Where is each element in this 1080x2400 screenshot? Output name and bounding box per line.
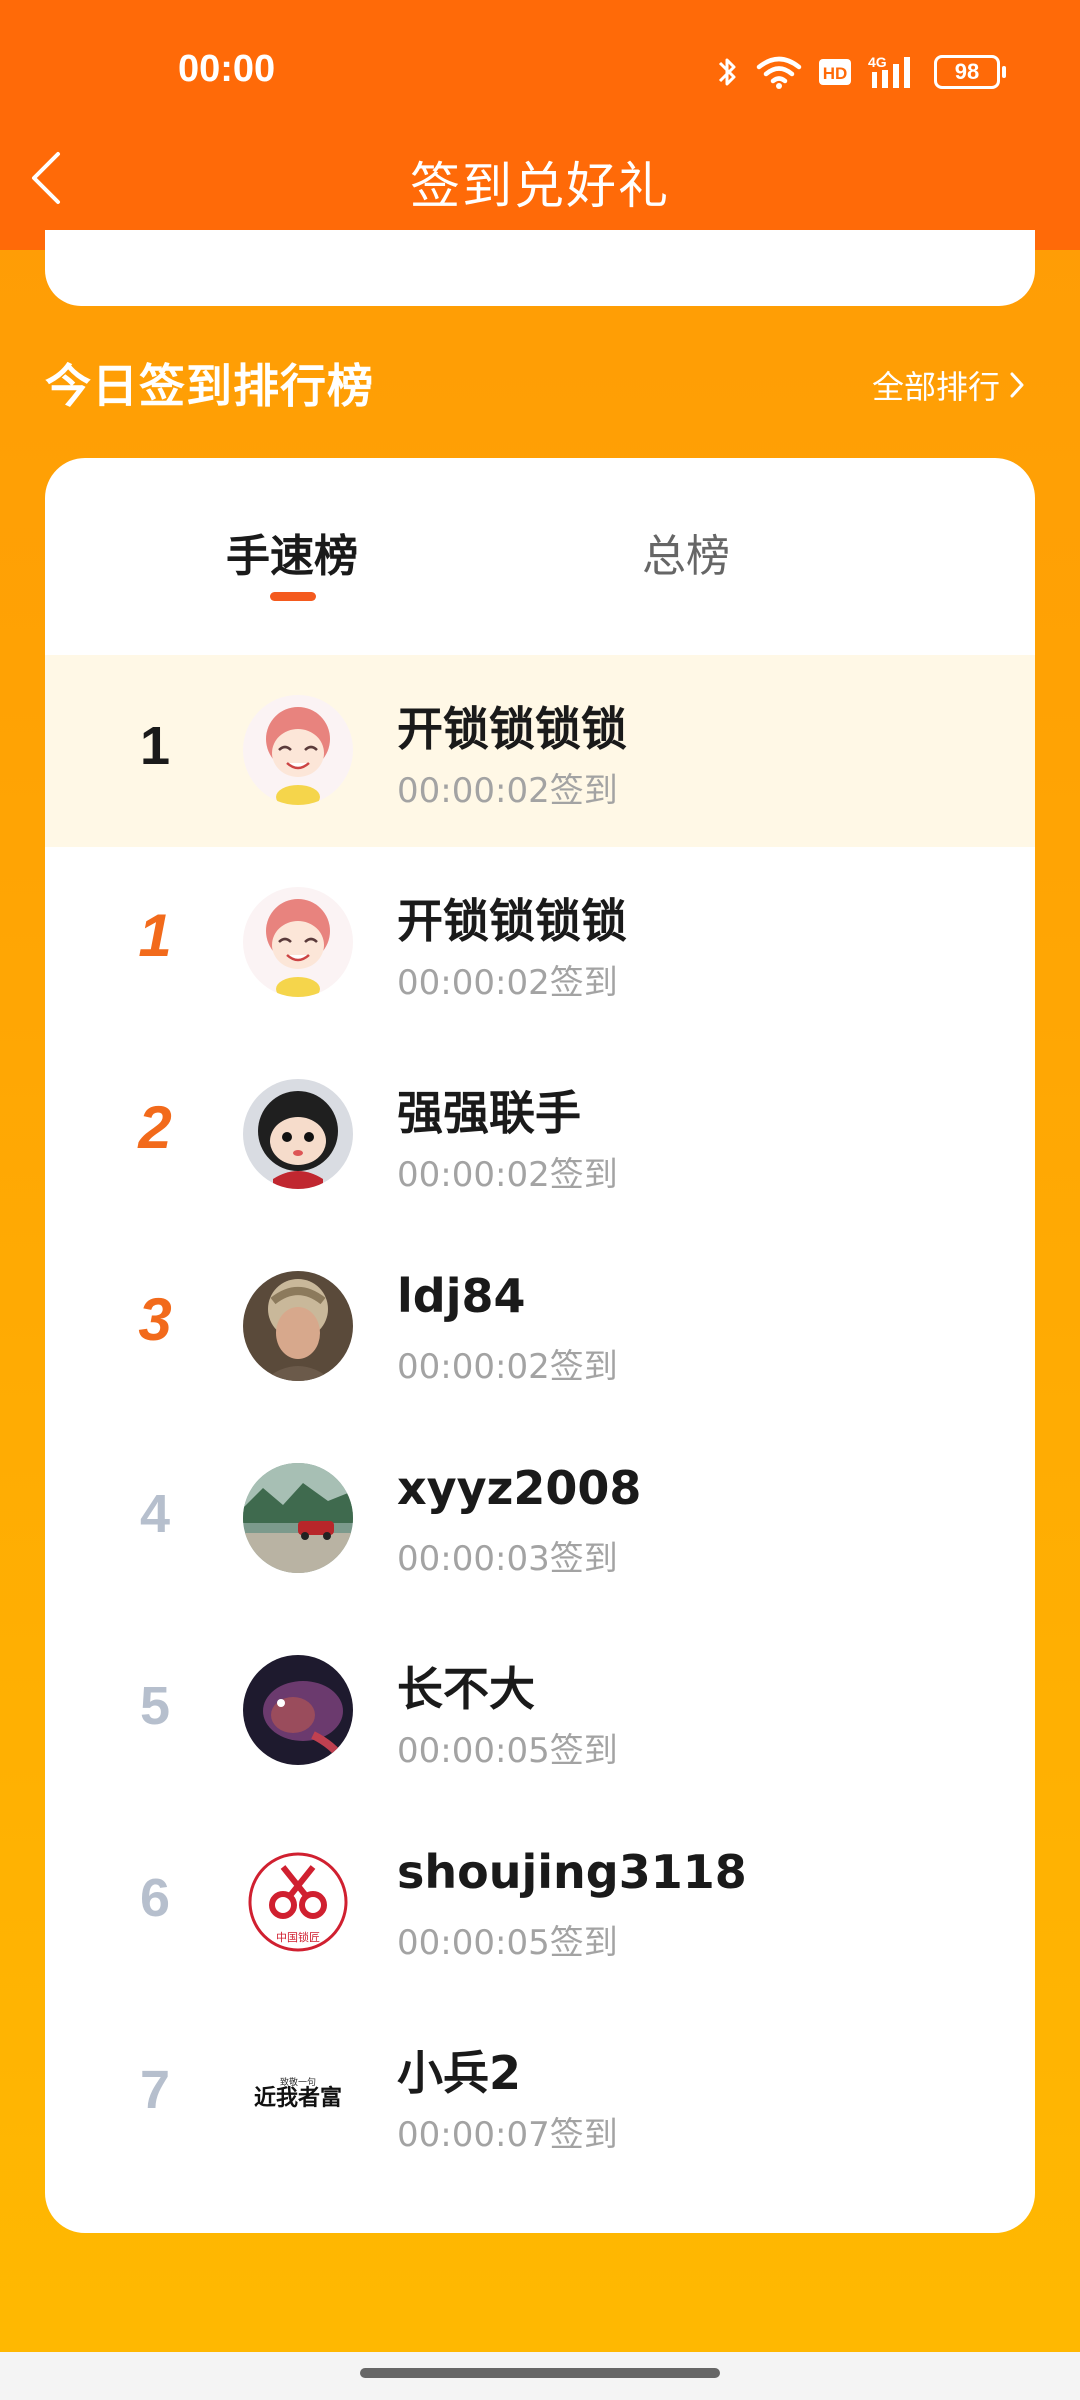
rank-number: 1 <box>95 901 215 970</box>
battery-indicator: 98 <box>934 55 1006 89</box>
rank-number: 5 <box>139 1676 171 1736</box>
bluetooth-icon <box>718 58 736 86</box>
leaderboard-row[interactable]: 4 xyyz2008 00:00:03签到 <box>45 1423 1035 1615</box>
checkin-time: 00:00:02签到 <box>397 771 618 811</box>
user-name: shoujing3118 <box>397 1845 747 1899</box>
home-indicator[interactable] <box>360 2368 720 2378</box>
tab-speed-ranking[interactable]: 手速榜 <box>142 520 442 584</box>
rank-number: 6 <box>139 1868 171 1928</box>
status-time: 00:00 <box>178 48 276 90</box>
svg-text:HD: HD <box>823 64 848 83</box>
anime-girl-avatar <box>243 695 353 805</box>
user-name: xyyz2008 <box>397 1461 642 1515</box>
leaderboard-row[interactable]: 5 长不大 00:00:05签到 <box>45 1615 1035 1807</box>
fish-avatar <box>243 1655 353 1765</box>
page-title: 签到兑好礼 <box>410 157 670 215</box>
leaderboard-row[interactable]: 2 强强联手 00:00:02签到 <box>45 1039 1035 1231</box>
keys-logo-text: 中国锁匠 <box>276 1930 320 1944</box>
see-all-ranking-link[interactable]: 全部排行 <box>872 362 1026 408</box>
checkin-time: 00:00:02签到 <box>397 1347 618 1387</box>
checkin-time: 00:00:07签到 <box>397 2115 618 2155</box>
leaderboard-row[interactable]: 3 ldj84 00:00:02签到 <box>45 1231 1035 1423</box>
rank-number: 1 <box>139 716 171 776</box>
signal-4g-icon: 4G <box>868 54 910 88</box>
user-name: ldj84 <box>397 1269 526 1323</box>
keys-logo-avatar: 中国锁匠 <box>243 1847 353 1957</box>
rank-number: 3 <box>95 1285 215 1354</box>
leaderboard-row[interactable]: 7 致敬一句 近我者富 小兵2 00:00:07签到 <box>45 1999 1035 2191</box>
app-header: 00:00 HD 4G 98 签到兑好礼 <box>0 0 1080 250</box>
checkin-time: 00:00:02签到 <box>397 1155 618 1195</box>
tab-total-ranking[interactable]: 总榜 <box>536 520 836 584</box>
user-name: 长不大 <box>397 1662 535 1716</box>
rank-number: 4 <box>139 1484 171 1544</box>
user-name: 小兵2 <box>397 2046 522 2100</box>
car-landscape-avatar <box>243 1463 353 1573</box>
checkin-time: 00:00:03签到 <box>397 1539 618 1579</box>
status-icons: HD 4G 98 <box>716 48 1006 96</box>
anime-girl-avatar <box>243 887 353 997</box>
previous-card-bottom <box>45 230 1035 306</box>
rank-number: 2 <box>95 1093 215 1162</box>
wifi-icon <box>756 56 802 89</box>
user-name: 开锁锁锁锁 <box>397 702 627 756</box>
see-all-label: 全部排行 <box>871 368 1000 406</box>
checkin-time: 00:00:05签到 <box>397 1923 618 1963</box>
chevron-right-icon <box>1010 372 1024 398</box>
active-tab-indicator <box>270 592 316 601</box>
leaderboard-row[interactable]: 6 中国锁匠 shoujing3118 00:00:05签到 <box>45 1807 1035 1999</box>
text-logo-avatar: 致敬一句 近我者富 <box>243 2039 353 2149</box>
rank-number: 7 <box>139 2060 171 2120</box>
text-logo-main: 近我者富 <box>254 2085 342 2111</box>
leaderboard-row[interactable]: 1 开锁锁锁锁 00:00:02签到 <box>45 847 1035 1039</box>
checkin-time: 00:00:02签到 <box>397 963 618 1003</box>
photo-avatar <box>243 1271 353 1381</box>
leaderboard-row-self[interactable]: 1 开锁锁锁锁 00:00:02签到 <box>45 655 1035 847</box>
svg-text:4G: 4G <box>868 54 887 70</box>
leaderboard-card: 手速榜 总榜 1 开锁锁锁锁 00:00:02签到 1 开锁锁锁锁 00:00:… <box>45 458 1035 2233</box>
checkin-time: 00:00:05签到 <box>397 1731 618 1771</box>
hd-icon: HD <box>819 59 851 85</box>
leaderboard-title: 今日签到排行榜 <box>45 359 374 413</box>
cartoon-face-avatar <box>243 1079 353 1189</box>
user-name: 开锁锁锁锁 <box>397 894 627 948</box>
user-name: 强强联手 <box>397 1086 581 1140</box>
